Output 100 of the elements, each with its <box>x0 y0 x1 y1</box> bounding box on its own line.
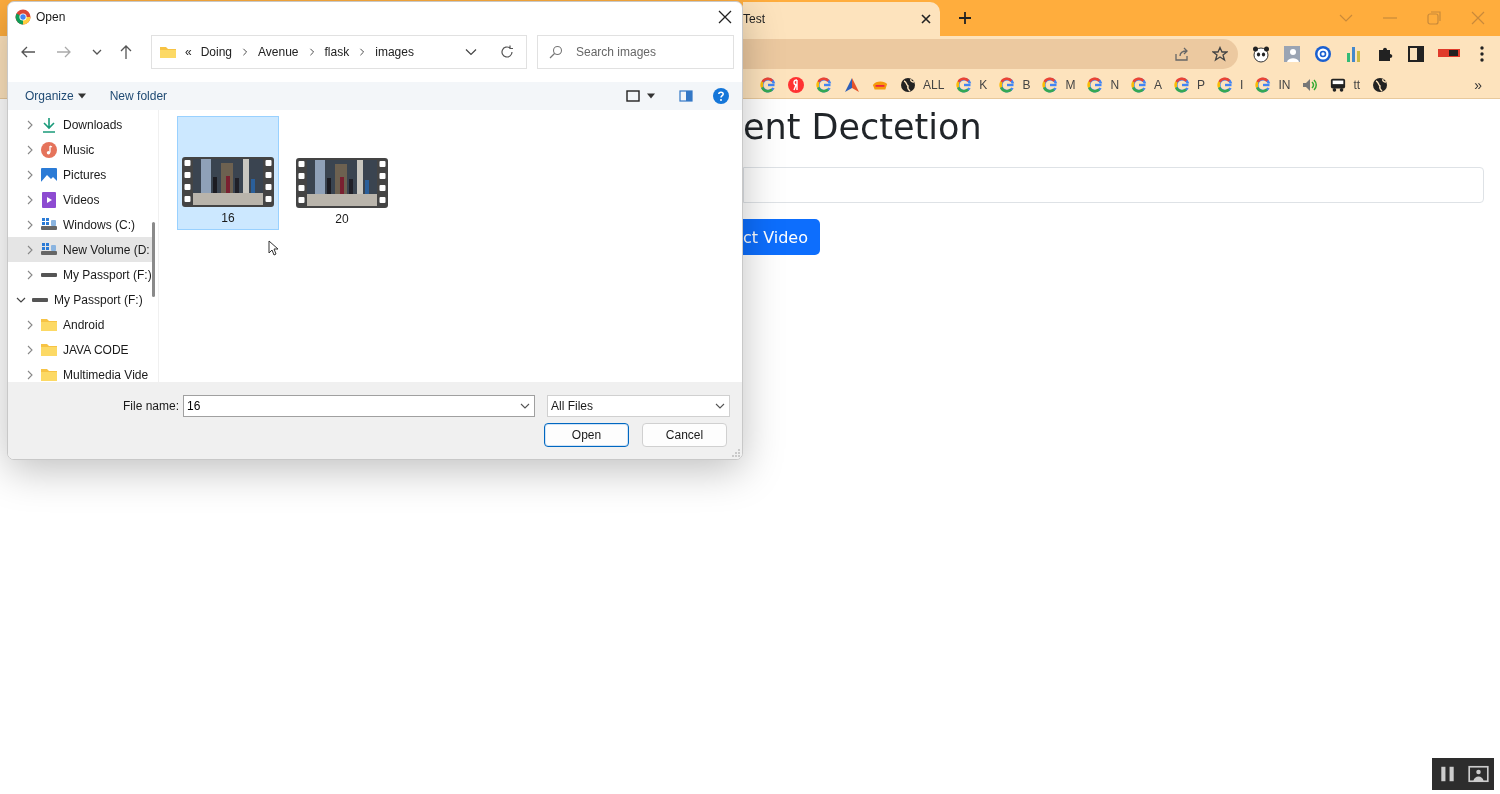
globe-icon[interactable] <box>900 77 916 93</box>
chevron-right-icon[interactable] <box>241 48 250 56</box>
resize-grip-icon[interactable] <box>732 449 740 457</box>
caret-down-icon[interactable] <box>647 92 655 100</box>
address-bar[interactable]: « Doing Avenue flask images <box>151 35 527 69</box>
forward-arrow-icon[interactable] <box>56 44 72 60</box>
open-button[interactable]: Open <box>544 423 629 447</box>
file-name-field[interactable]: 16 <box>183 395 536 417</box>
chevron-right-icon[interactable] <box>25 244 35 255</box>
new-tab-icon[interactable] <box>958 11 972 25</box>
puzzle-icon[interactable] <box>1376 45 1394 63</box>
chevron-right-icon[interactable] <box>25 144 35 155</box>
bar-chart-icon[interactable] <box>1345 45 1363 63</box>
chevron-right-icon[interactable] <box>25 169 35 180</box>
view-icon[interactable] <box>626 89 640 103</box>
round-logo-icon[interactable] <box>788 77 804 93</box>
search-field[interactable]: Search images <box>537 35 734 69</box>
google-icon[interactable] <box>816 77 832 93</box>
browser-tab[interactable]: Test <box>743 2 940 36</box>
video-file[interactable]: 20 <box>291 116 393 230</box>
google-icon[interactable] <box>1087 77 1104 93</box>
select-video-button[interactable]: ct Video <box>743 219 820 255</box>
path-segment[interactable]: Doing <box>200 45 233 59</box>
chevron-right-icon[interactable] <box>25 119 35 130</box>
search-icon <box>549 45 563 59</box>
chevron-right-icon[interactable] <box>307 48 316 56</box>
triangle-icon[interactable] <box>844 77 860 93</box>
chevron-right-icon[interactable] <box>25 219 35 230</box>
organize-menu[interactable]: Organize <box>25 89 74 103</box>
page-heading: ent Dectetion <box>743 107 982 147</box>
bookmarks-overflow[interactable]: » <box>1474 77 1482 93</box>
circle-a-icon[interactable] <box>1314 45 1332 63</box>
video-file[interactable]: 16 <box>177 116 279 230</box>
chevron-right-icon[interactable] <box>358 48 367 56</box>
chevron-down-icon[interactable] <box>715 401 726 411</box>
google-icon[interactable] <box>760 77 776 93</box>
sidebar-icon[interactable] <box>1407 45 1425 63</box>
bookmark-label[interactable]: B <box>1022 78 1031 92</box>
path-segment[interactable]: flask <box>324 45 350 59</box>
google-icon[interactable] <box>1217 77 1234 93</box>
chrome-icon <box>15 9 31 25</box>
google-icon[interactable] <box>1174 77 1191 93</box>
google-icon[interactable] <box>956 77 973 93</box>
chevron-right-icon[interactable] <box>25 319 35 330</box>
preview-pane-icon[interactable] <box>679 89 693 103</box>
path-segment[interactable]: Avenue <box>258 45 299 59</box>
speaker-icon[interactable] <box>1302 77 1319 93</box>
tree-item[interactable]: New Volume (D: <box>8 237 152 262</box>
file-type-dropdown[interactable]: All Files <box>547 395 731 417</box>
bookmark-label[interactable]: K <box>979 78 988 92</box>
close-icon[interactable] <box>718 10 732 24</box>
tree-item[interactable]: Windows (C:) <box>8 212 152 237</box>
tree-item[interactable]: Android <box>8 312 152 337</box>
path-overflow[interactable]: « <box>185 45 192 59</box>
tree-item[interactable]: JAVA CODE <box>8 337 152 362</box>
share-icon[interactable] <box>1174 46 1190 62</box>
bookmark-label[interactable]: I <box>1240 78 1244 92</box>
person-icon[interactable] <box>1283 45 1301 63</box>
google-icon[interactable] <box>1255 77 1272 93</box>
tree-item[interactable]: Downloads <box>8 112 152 137</box>
bookmark-label[interactable]: M <box>1065 78 1076 92</box>
folder-icon <box>41 341 57 358</box>
up-arrow-icon[interactable] <box>118 44 134 60</box>
google-icon[interactable] <box>1042 77 1059 93</box>
tree-item[interactable]: My Passport (F:) <box>8 262 152 287</box>
chevron-down-icon[interactable] <box>520 401 531 411</box>
caret-down-icon[interactable] <box>77 92 86 100</box>
bookmark-label[interactable]: N <box>1110 78 1120 92</box>
back-arrow-icon[interactable] <box>20 44 36 60</box>
bookmark-label[interactable]: ALL <box>923 78 945 92</box>
bookmark-label[interactable]: A <box>1154 78 1163 92</box>
path-segment[interactable]: images <box>375 45 414 59</box>
cancel-button[interactable]: Cancel <box>642 423 727 447</box>
star-icon[interactable] <box>1212 46 1228 62</box>
bookmark-label[interactable]: tt <box>1353 78 1361 92</box>
globe-icon[interactable] <box>1372 77 1389 93</box>
tree-item[interactable]: Multimedia Vide <box>8 362 152 382</box>
help-icon[interactable] <box>713 88 729 104</box>
bookmark-label[interactable]: IN <box>1278 78 1291 92</box>
panda-icon[interactable] <box>1252 45 1270 63</box>
refresh-icon[interactable] <box>500 45 514 59</box>
input-field[interactable] <box>743 167 1484 203</box>
tree-item[interactable]: Music <box>8 137 152 162</box>
scrollbar-thumb[interactable] <box>152 222 155 297</box>
new-folder-button[interactable]: New folder <box>109 89 168 103</box>
chevron-right-icon[interactable] <box>25 194 35 205</box>
videos-icon <box>41 191 57 208</box>
google-icon[interactable] <box>999 77 1016 93</box>
tree-item[interactable]: My Passport (F:) <box>8 287 152 312</box>
bus-icon[interactable] <box>1330 77 1347 93</box>
chevron-right-icon[interactable] <box>25 344 35 355</box>
google-icon[interactable] <box>1131 77 1148 93</box>
tree-item[interactable]: Videos <box>8 187 152 212</box>
chevron-down-icon[interactable] <box>92 47 102 57</box>
tree-item[interactable]: Pictures <box>8 162 152 187</box>
chevron-down-icon[interactable] <box>465 46 477 58</box>
close-icon[interactable] <box>920 13 932 25</box>
bookmark-label[interactable]: P <box>1197 78 1206 92</box>
chevron-right-icon[interactable] <box>25 369 35 380</box>
chevron-right-icon[interactable] <box>25 269 35 280</box>
